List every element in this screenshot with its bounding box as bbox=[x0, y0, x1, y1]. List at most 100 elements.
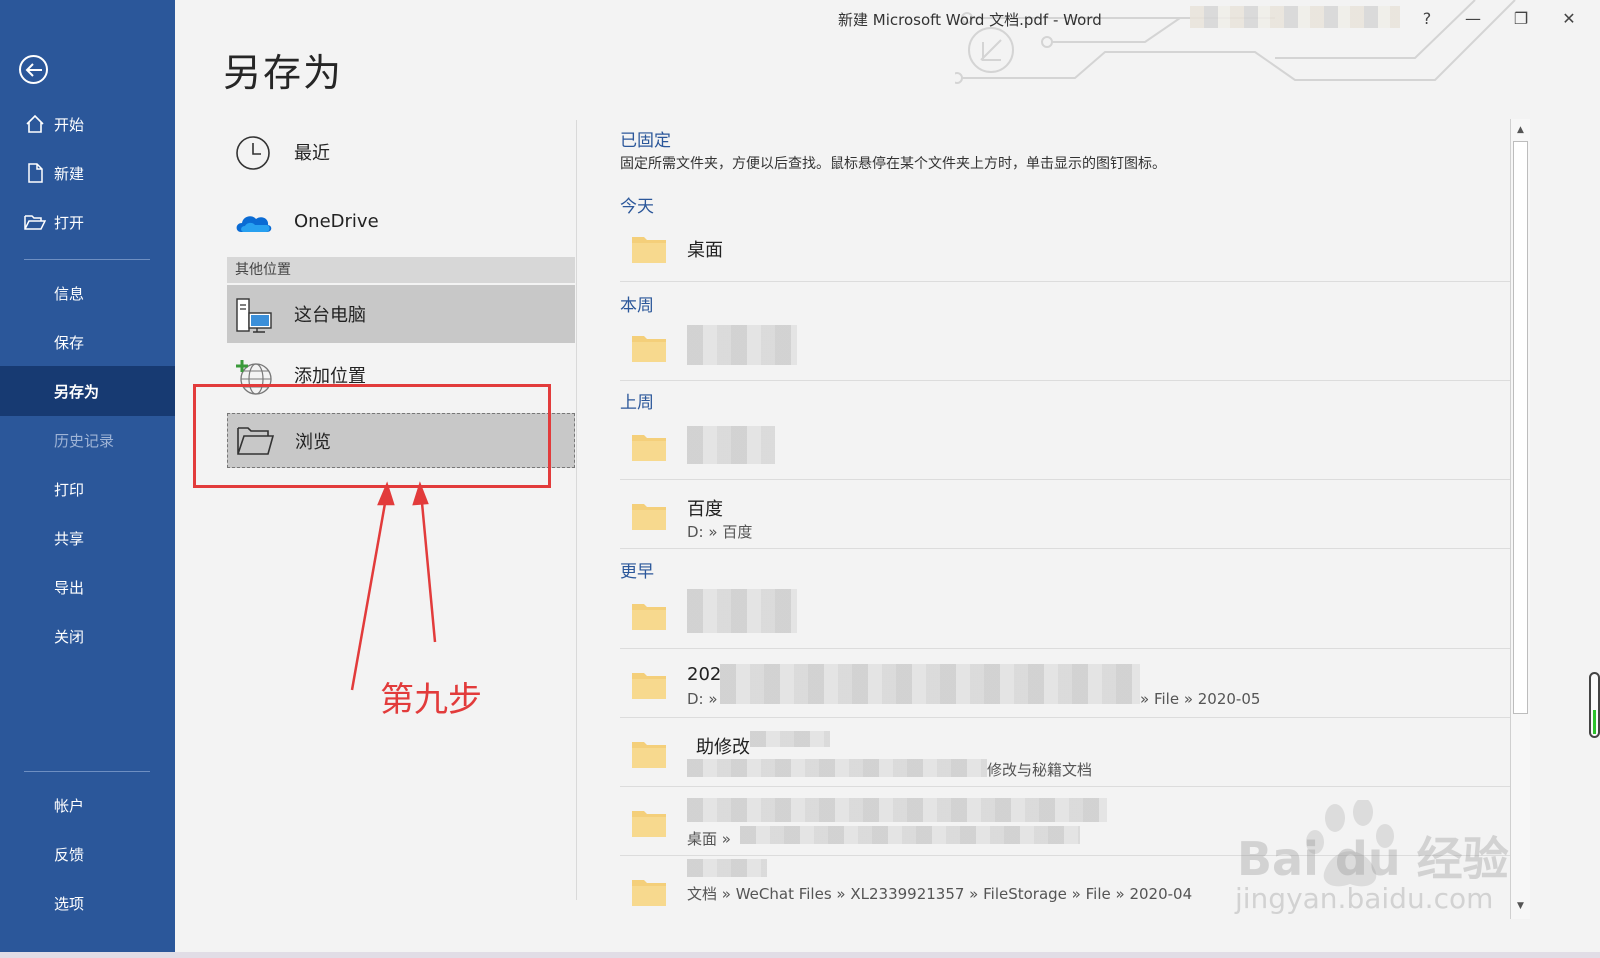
folder-icon bbox=[631, 333, 667, 363]
folder-name: 助修改 bbox=[696, 737, 750, 758]
nav-feedback-label: 反馈 bbox=[54, 845, 85, 864]
nav-save-label: 保存 bbox=[54, 333, 85, 352]
folder-row[interactable]: 202 D: » » File » 2020-05 bbox=[620, 650, 1510, 718]
folder-name: 桌面 bbox=[687, 240, 723, 261]
nav-open-label: 打开 bbox=[54, 213, 85, 232]
watermark-brand: Bai du 经验 bbox=[1237, 832, 1509, 886]
nav-print[interactable]: 打印 bbox=[0, 464, 175, 514]
pinned-description: 固定所需文件夹，方便以后查找。鼠标悬停在某个文件夹上方时，单击显示的图钉图标。 bbox=[620, 156, 1166, 172]
nav-account[interactable]: 帐户 bbox=[0, 780, 175, 830]
clock-icon bbox=[235, 135, 271, 171]
open-folder-icon bbox=[24, 211, 46, 233]
folder-name: 202 bbox=[687, 664, 722, 685]
blurred-account-info bbox=[1190, 6, 1400, 28]
watermark-url: jingyan.baidu.com bbox=[1235, 882, 1494, 915]
redacted-folder-info bbox=[750, 731, 830, 747]
redacted-folder-info bbox=[687, 589, 797, 633]
nav-new[interactable]: 新建 bbox=[0, 148, 175, 198]
folder-name: 百度 bbox=[687, 499, 723, 520]
folder-icon bbox=[631, 501, 667, 531]
computer-icon bbox=[235, 297, 272, 333]
scroll-up-icon[interactable]: ▲ bbox=[1513, 121, 1528, 139]
nav-export-label: 导出 bbox=[54, 578, 85, 597]
back-arrow-icon[interactable] bbox=[19, 55, 48, 84]
redacted-folder-info bbox=[687, 859, 767, 877]
folder-icon bbox=[631, 808, 667, 838]
location-this-pc-label: 这台电脑 bbox=[294, 305, 366, 326]
taskbar-edge bbox=[0, 952, 1600, 958]
folder-row[interactable]: 百度 D: » 百度 bbox=[620, 481, 1510, 549]
nav-close-label: 关闭 bbox=[54, 627, 85, 646]
folder-row[interactable] bbox=[620, 313, 1510, 381]
location-onedrive-label: OneDrive bbox=[294, 210, 379, 232]
folder-icon bbox=[631, 739, 667, 769]
annotation-highlight-box bbox=[193, 384, 551, 488]
folder-path: 桌面 » bbox=[687, 830, 731, 848]
nav-save[interactable]: 保存 bbox=[0, 317, 175, 367]
sidebar-divider bbox=[24, 259, 150, 260]
sidebar-divider bbox=[24, 771, 150, 772]
nav-feedback[interactable]: 反馈 bbox=[0, 829, 175, 879]
location-onedrive[interactable]: OneDrive bbox=[227, 192, 575, 250]
nav-history: 历史记录 bbox=[0, 415, 175, 465]
redacted-folder-info bbox=[687, 759, 987, 777]
nav-save-as[interactable]: 另存为 bbox=[0, 366, 175, 416]
folder-list-scrollbar[interactable]: ▲ ▼ bbox=[1510, 119, 1530, 919]
nav-new-label: 新建 bbox=[54, 164, 85, 183]
redacted-folder-info bbox=[687, 426, 775, 464]
folder-path: 文档 » WeChat Files » XL2339921357 » FileS… bbox=[687, 885, 1193, 903]
nav-info-label: 信息 bbox=[54, 284, 85, 303]
restore-button[interactable]: ❐ bbox=[1503, 4, 1539, 32]
folder-path-tail: 修改与秘籍文档 bbox=[987, 761, 1093, 779]
scroll-down-icon[interactable]: ▼ bbox=[1513, 897, 1528, 915]
folder-path: D: » bbox=[687, 690, 718, 708]
nav-account-label: 帐户 bbox=[54, 796, 85, 815]
folder-icon bbox=[631, 234, 667, 264]
last-week-heading: 上周 bbox=[620, 393, 654, 413]
close-button[interactable]: ✕ bbox=[1551, 4, 1587, 32]
folder-path-tail: » File » 2020-05 bbox=[1140, 690, 1261, 708]
folder-icon bbox=[631, 432, 667, 462]
panel-divider bbox=[576, 120, 577, 900]
nav-export[interactable]: 导出 bbox=[0, 562, 175, 612]
annotation-arrows-icon bbox=[350, 481, 437, 691]
folder-row[interactable]: 助修改 修改与秘籍文档 bbox=[620, 719, 1510, 787]
folder-icon bbox=[631, 670, 667, 700]
folder-icon bbox=[631, 601, 667, 631]
pinned-heading: 已固定 bbox=[620, 131, 671, 151]
location-recent[interactable]: 最近 bbox=[227, 123, 575, 181]
nav-close[interactable]: 关闭 bbox=[0, 611, 175, 661]
nav-save-as-label: 另存为 bbox=[54, 382, 100, 401]
nav-open[interactable]: 打开 bbox=[0, 197, 175, 247]
folder-icon bbox=[631, 877, 667, 907]
backstage-sidebar: 开始 新建 打开 信息 保存 另存为 历史记录 打印 共享 导出 关闭 帐户 反… bbox=[0, 0, 175, 952]
page-title: 另存为 bbox=[223, 51, 344, 95]
redacted-folder-info bbox=[740, 826, 1080, 844]
onedrive-cloud-icon bbox=[235, 204, 272, 240]
scroll-thumb[interactable] bbox=[1513, 141, 1528, 714]
redacted-folder-info bbox=[720, 664, 1140, 704]
folder-row[interactable] bbox=[620, 412, 1510, 480]
title-bar: 新建 Microsoft Word 文档.pdf - Word ? — ❐ ✕ bbox=[175, 0, 1600, 84]
location-recent-label: 最近 bbox=[294, 143, 330, 164]
document-title: 新建 Microsoft Word 文档.pdf - Word bbox=[838, 11, 1102, 29]
other-locations-header: 其他位置 bbox=[227, 257, 575, 283]
nav-info[interactable]: 信息 bbox=[0, 268, 175, 318]
home-icon bbox=[24, 113, 46, 135]
help-button[interactable]: ? bbox=[1409, 4, 1445, 32]
nav-home-label: 开始 bbox=[54, 115, 85, 134]
nav-home[interactable]: 开始 bbox=[0, 99, 175, 149]
nav-share-label: 共享 bbox=[54, 529, 85, 548]
earlier-heading: 更早 bbox=[620, 562, 654, 582]
location-this-pc[interactable]: 这台电脑 bbox=[227, 285, 575, 343]
nav-share[interactable]: 共享 bbox=[0, 513, 175, 563]
folder-row[interactable] bbox=[620, 581, 1510, 649]
minimize-button[interactable]: — bbox=[1455, 4, 1491, 32]
nav-history-label: 历史记录 bbox=[54, 431, 115, 450]
new-document-icon bbox=[24, 162, 46, 184]
nav-options-label: 选项 bbox=[54, 894, 85, 913]
annotation-step-label: 第九步 bbox=[380, 680, 482, 720]
folder-row[interactable]: 桌面 bbox=[620, 214, 1510, 282]
nav-options[interactable]: 选项 bbox=[0, 878, 175, 928]
redacted-folder-info bbox=[687, 325, 797, 365]
